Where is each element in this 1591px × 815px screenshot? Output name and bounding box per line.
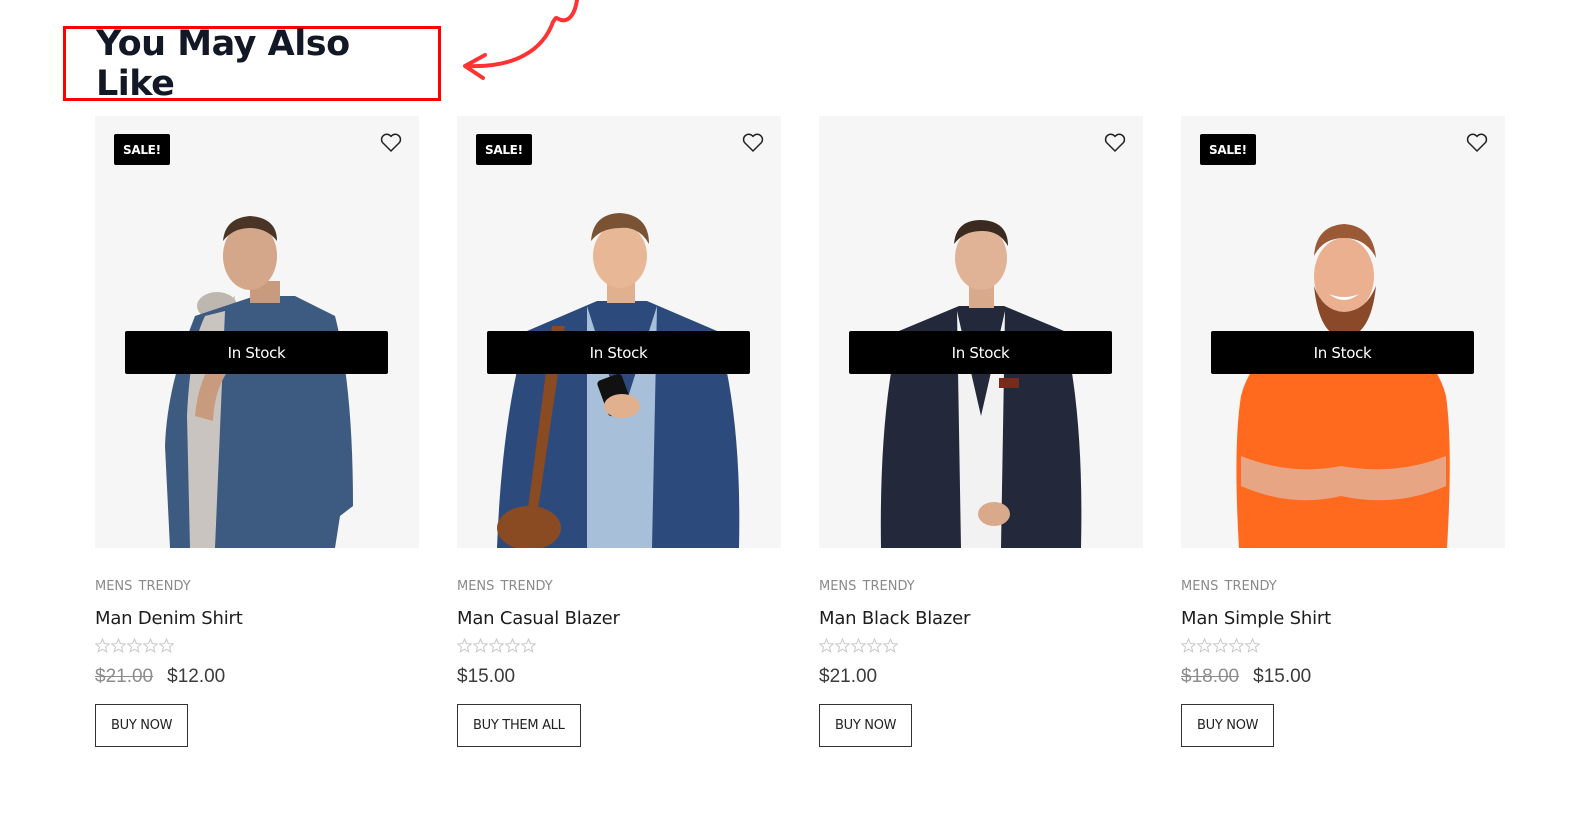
star-outline-icon bbox=[111, 638, 126, 653]
star-outline-icon bbox=[1245, 638, 1260, 653]
product-thumbnail[interactable]: SALE! In Stock bbox=[1181, 116, 1505, 548]
star-rating bbox=[95, 638, 419, 654]
sale-price: $12.00 bbox=[167, 666, 226, 687]
sale-price: $15.00 bbox=[1253, 666, 1312, 687]
sale-badge: SALE! bbox=[476, 134, 532, 165]
stock-status-bar: In Stock bbox=[1211, 331, 1474, 374]
product-category[interactable]: MENS TRENDY bbox=[819, 579, 1143, 594]
annotation-arrow-icon bbox=[463, 0, 579, 80]
price-row: $18.00 $15.00 bbox=[1181, 666, 1505, 688]
product-card: SALE! In Stock MENS TRENDY Man Denim Shi… bbox=[95, 116, 419, 747]
price-row: $21.00 $12.00 bbox=[95, 666, 419, 688]
heart-outline-icon[interactable] bbox=[741, 131, 765, 155]
stock-status-bar: In Stock bbox=[849, 331, 1112, 374]
price-row: $21.00 bbox=[819, 666, 1143, 688]
product-title[interactable]: Man Denim Shirt bbox=[95, 608, 419, 629]
section-heading: You May Also Like bbox=[96, 23, 350, 104]
product-category[interactable]: MENS TRENDY bbox=[95, 579, 419, 594]
product-grid: SALE! In Stock MENS TRENDY Man Denim Shi… bbox=[95, 116, 1505, 747]
star-outline-icon bbox=[489, 638, 504, 653]
heart-outline-icon[interactable] bbox=[379, 131, 403, 155]
heart-outline-icon[interactable] bbox=[1465, 131, 1489, 155]
stock-status-bar: In Stock bbox=[125, 331, 388, 374]
buy-now-button[interactable]: BUY NOW bbox=[819, 704, 913, 747]
star-outline-icon bbox=[883, 638, 898, 653]
price-row: $15.00 bbox=[457, 666, 781, 688]
star-outline-icon bbox=[851, 638, 866, 653]
heart-outline-icon[interactable] bbox=[1103, 131, 1127, 155]
star-outline-icon bbox=[867, 638, 882, 653]
star-outline-icon bbox=[159, 638, 174, 653]
product-title[interactable]: Man Casual Blazer bbox=[457, 608, 781, 629]
sale-badge: SALE! bbox=[1200, 134, 1256, 165]
product-card: In Stock MENS TRENDY Man Black Blazer $2… bbox=[819, 116, 1143, 747]
star-outline-icon bbox=[1229, 638, 1244, 653]
star-rating bbox=[457, 638, 781, 654]
product-category[interactable]: MENS TRENDY bbox=[457, 579, 781, 594]
star-outline-icon bbox=[835, 638, 850, 653]
product-card: SALE! In Stock MENS TRENDY Man Casual Bl… bbox=[457, 116, 781, 747]
star-outline-icon bbox=[473, 638, 488, 653]
star-outline-icon bbox=[127, 638, 142, 653]
star-rating bbox=[819, 638, 1143, 654]
product-title[interactable]: Man Black Blazer bbox=[819, 608, 1143, 629]
product-thumbnail[interactable]: SALE! In Stock bbox=[457, 116, 781, 548]
sale-badge: SALE! bbox=[114, 134, 170, 165]
original-price: $18.00 bbox=[1181, 666, 1240, 687]
stock-status-bar: In Stock bbox=[487, 331, 750, 374]
star-outline-icon bbox=[1197, 638, 1212, 653]
product-category[interactable]: MENS TRENDY bbox=[1181, 579, 1505, 594]
star-outline-icon bbox=[1181, 638, 1196, 653]
star-rating bbox=[1181, 638, 1505, 654]
star-outline-icon bbox=[819, 638, 834, 653]
product-card: SALE! In Stock MENS TRENDY Man Simple Sh… bbox=[1181, 116, 1505, 747]
star-outline-icon bbox=[143, 638, 158, 653]
star-outline-icon bbox=[457, 638, 472, 653]
product-thumbnail[interactable]: SALE! In Stock bbox=[95, 116, 419, 548]
price: $21.00 bbox=[819, 666, 878, 687]
buy-now-button[interactable]: BUY NOW bbox=[1181, 704, 1275, 747]
product-thumbnail[interactable]: In Stock bbox=[819, 116, 1143, 548]
product-title[interactable]: Man Simple Shirt bbox=[1181, 608, 1505, 629]
buy-them-all-button[interactable]: BUY THEM ALL bbox=[457, 704, 581, 747]
original-price: $21.00 bbox=[95, 666, 154, 687]
star-outline-icon bbox=[521, 638, 536, 653]
star-outline-icon bbox=[95, 638, 110, 653]
star-outline-icon bbox=[1213, 638, 1228, 653]
price: $15.00 bbox=[457, 666, 516, 687]
buy-now-button[interactable]: BUY NOW bbox=[95, 704, 189, 747]
heading-highlight-box: You May Also Like bbox=[63, 23, 441, 104]
star-outline-icon bbox=[505, 638, 520, 653]
